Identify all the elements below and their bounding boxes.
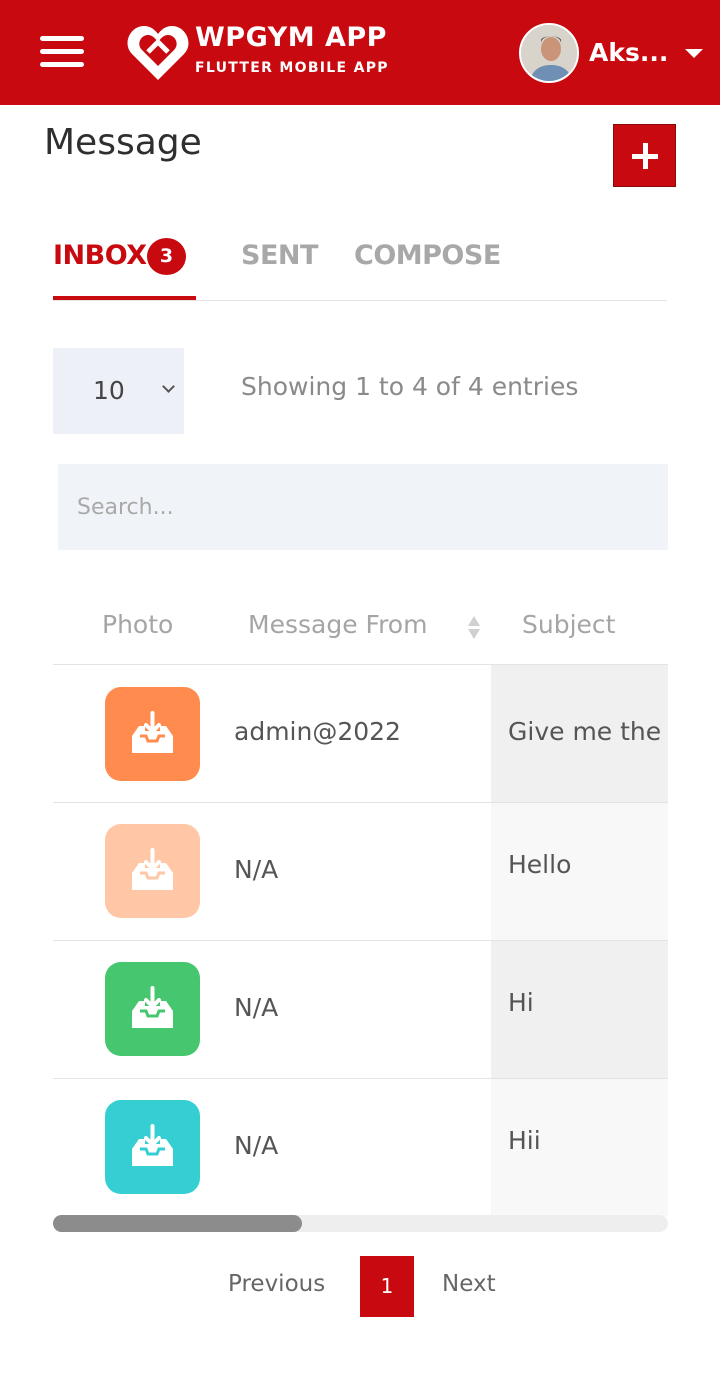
pagination-next[interactable]: Next (442, 1271, 496, 1297)
entries-info: Showing 1 to 4 of 4 entries (241, 372, 579, 401)
column-header-subject: Subject (522, 610, 616, 639)
message-from: N/A (234, 1131, 279, 1160)
page-length-select[interactable]: 10 (53, 348, 184, 434)
inbox-photo-tile (105, 1100, 200, 1194)
avatar-image (521, 25, 577, 81)
tabs-divider (53, 300, 667, 301)
wpgym-logo-icon (127, 26, 189, 80)
message-subject: Hello (508, 850, 572, 879)
inbox-photo-tile (105, 687, 200, 781)
inbox-download-icon (132, 1124, 173, 1166)
table-row[interactable]: N/A Hello (53, 803, 668, 941)
tab-inbox[interactable]: INBOX (53, 240, 147, 271)
brand-subtitle: FLUTTER MOBILE APP (195, 60, 389, 76)
table-row[interactable]: N/A Hi (53, 941, 668, 1079)
user-avatar[interactable] (519, 23, 579, 83)
scrollbar-thumb[interactable] (53, 1215, 302, 1232)
chevron-down-icon[interactable] (685, 49, 703, 58)
inbox-photo-tile (105, 824, 200, 918)
app-header: WPGYM APP FLUTTER MOBILE APP Aks... (0, 0, 720, 105)
pagination-page-1[interactable]: 1 (360, 1256, 414, 1317)
brand-title: WPGYM APP (195, 22, 387, 53)
table-row[interactable]: N/A Hii (53, 1079, 668, 1216)
tab-sent[interactable]: SENT (241, 240, 318, 271)
add-message-button[interactable] (613, 124, 676, 187)
column-header-photo: Photo (102, 610, 174, 639)
message-from: N/A (234, 993, 279, 1022)
message-from: N/A (234, 855, 279, 884)
tab-compose[interactable]: COMPOSE (354, 240, 501, 271)
pagination-previous[interactable]: Previous (228, 1271, 325, 1297)
search-input[interactable] (58, 464, 668, 550)
page-title: Message (44, 122, 202, 163)
chevron-down-icon (162, 380, 175, 393)
inbox-photo-tile (105, 962, 200, 1056)
horizontal-scrollbar[interactable] (53, 1215, 668, 1232)
inbox-download-icon (132, 711, 173, 753)
active-tab-indicator (53, 296, 196, 300)
inbox-count-badge: 3 (147, 238, 186, 275)
message-subject: Hi (508, 988, 534, 1017)
sort-icon[interactable] (468, 616, 480, 640)
page-length-value: 10 (93, 376, 125, 405)
table-row[interactable]: admin@2022 Give me the (53, 665, 668, 803)
message-subject: Hii (508, 1126, 541, 1155)
inbox-download-icon (132, 848, 173, 890)
menu-icon[interactable] (40, 34, 84, 70)
messages-table: Photo Message From Subject admin@2022 Gi… (53, 590, 668, 1216)
inbox-download-icon (132, 986, 173, 1028)
column-header-message-from[interactable]: Message From (248, 610, 427, 639)
message-subject: Give me the (508, 717, 662, 746)
user-name[interactable]: Aks... (589, 38, 668, 67)
message-from: admin@2022 (234, 717, 401, 746)
